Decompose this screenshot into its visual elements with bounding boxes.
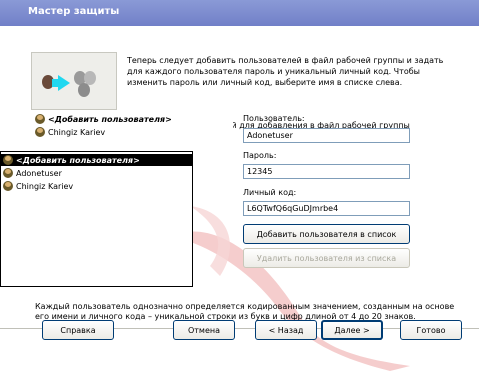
user-icon bbox=[3, 168, 13, 178]
list-item[interactable]: Chingiz Kariev bbox=[3, 180, 73, 192]
back-button[interactable]: < Назад bbox=[255, 320, 317, 340]
list-item[interactable]: Chingiz Kariev bbox=[35, 126, 105, 138]
wizard-page: Теперь следует добавить пользователей в … bbox=[0, 26, 479, 371]
cancel-button[interactable]: Отмена bbox=[173, 320, 235, 340]
pid-field[interactable]: L6QTwfQ6qGuDJmrbe4 bbox=[243, 201, 410, 216]
intro-text: Теперь следует добавить пользователей в … bbox=[127, 56, 444, 87]
footnote-text: Каждый пользователь однозначно определяе… bbox=[35, 302, 455, 321]
remove-user-button[interactable]: Удалить пользователя из списка bbox=[243, 248, 410, 268]
user-icon bbox=[35, 127, 45, 137]
password-label: Пароль: bbox=[243, 151, 277, 160]
window-title: Мастер защиты bbox=[28, 6, 120, 17]
finish-button[interactable]: Готово bbox=[400, 320, 462, 340]
password-field[interactable]: 12345 bbox=[243, 164, 410, 179]
list-item[interactable]: Adonetuser bbox=[3, 167, 62, 179]
list-item-label: Chingiz Kariev bbox=[48, 127, 106, 137]
list-item-label: Chingiz Kariev bbox=[16, 181, 74, 191]
list-item[interactable]: <Добавить пользователя> bbox=[35, 113, 172, 125]
user-icon bbox=[3, 181, 13, 191]
user-field[interactable]: Adonetuser bbox=[243, 128, 410, 143]
list-item-label: <Добавить пользователя> bbox=[48, 114, 172, 124]
user-dropdown-list[interactable]: <Добавить пользователя> Adonetuser Ching… bbox=[0, 151, 193, 287]
list-item-label: Adonetuser bbox=[16, 168, 62, 178]
arrow-icon bbox=[52, 79, 60, 87]
user-label: Пользователь: bbox=[243, 114, 305, 123]
help-button[interactable]: Справка bbox=[42, 320, 114, 340]
pid-label: Личный код: bbox=[243, 188, 297, 197]
title-bar: Мастер защиты bbox=[0, 0, 479, 26]
group-icon bbox=[78, 83, 90, 97]
list-item-selected[interactable]: <Добавить пользователя> bbox=[1, 154, 192, 166]
user-icon bbox=[3, 155, 13, 165]
list-item-label: <Добавить пользователя> bbox=[16, 155, 140, 165]
security-illustration bbox=[31, 52, 117, 110]
user-icon bbox=[35, 114, 45, 124]
add-user-button[interactable]: Добавить пользователя в список bbox=[243, 224, 410, 244]
next-button[interactable]: Далее > bbox=[321, 320, 383, 340]
